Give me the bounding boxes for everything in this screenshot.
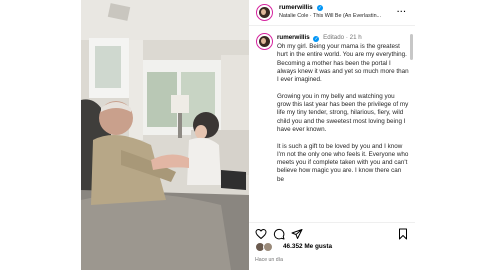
comment-icon[interactable] <box>273 228 285 240</box>
likes-count[interactable]: 46.352 Me gusta <box>283 243 332 250</box>
caption-avatar[interactable] <box>256 33 273 50</box>
likes-row[interactable]: 46.352 Me gusta <box>249 241 415 253</box>
share-icon[interactable] <box>291 228 303 240</box>
post-timestamp[interactable]: Hace un día <box>255 257 283 263</box>
caption-text: Oh my girl. Being your mama is the great… <box>277 43 409 192</box>
edited-label: Editado <box>323 34 345 41</box>
post-photo[interactable] <box>81 0 249 270</box>
post-header: rumerwillis ✓ Natalie Cole · This Will B… <box>249 0 415 26</box>
caption-scrollbar[interactable] <box>410 34 413 60</box>
liker-avatar <box>263 242 273 252</box>
post-detail-panel: rumerwillis ✓ Natalie Cole · This Will B… <box>249 0 415 270</box>
post-photo-image <box>81 0 249 270</box>
caption-username[interactable]: rumerwillis <box>277 34 310 41</box>
instagram-post-card: rumerwillis ✓ Natalie Cole · This Will B… <box>81 0 415 270</box>
more-options-icon[interactable]: ··· <box>397 8 407 16</box>
caption-header: rumerwillis ✓ Editado · 21 h <box>277 34 362 42</box>
caption-verified-badge-icon: ✓ <box>313 35 320 42</box>
author-username[interactable]: rumerwillis <box>279 4 313 11</box>
caption-scroll-area[interactable]: rumerwillis ✓ Editado · 21 h Oh my girl.… <box>249 27 415 220</box>
bookmark-icon[interactable] <box>397 228 409 240</box>
caption-paragraph: Oh my girl. Being your mama is the great… <box>277 43 409 84</box>
action-bar <box>249 222 415 240</box>
heart-icon[interactable] <box>255 228 267 240</box>
caption-paragraph: Growing you in my belly and watching you… <box>277 92 409 133</box>
audio-track-link[interactable]: Natalie Cole · This Will Be (An Everlast… <box>279 13 389 19</box>
author-avatar[interactable] <box>256 4 273 21</box>
verified-badge-icon: ✓ <box>317 4 323 11</box>
caption-paragraph: It is such a gift to be loved by you and… <box>277 142 409 183</box>
caption-age: 21 h <box>349 34 362 41</box>
